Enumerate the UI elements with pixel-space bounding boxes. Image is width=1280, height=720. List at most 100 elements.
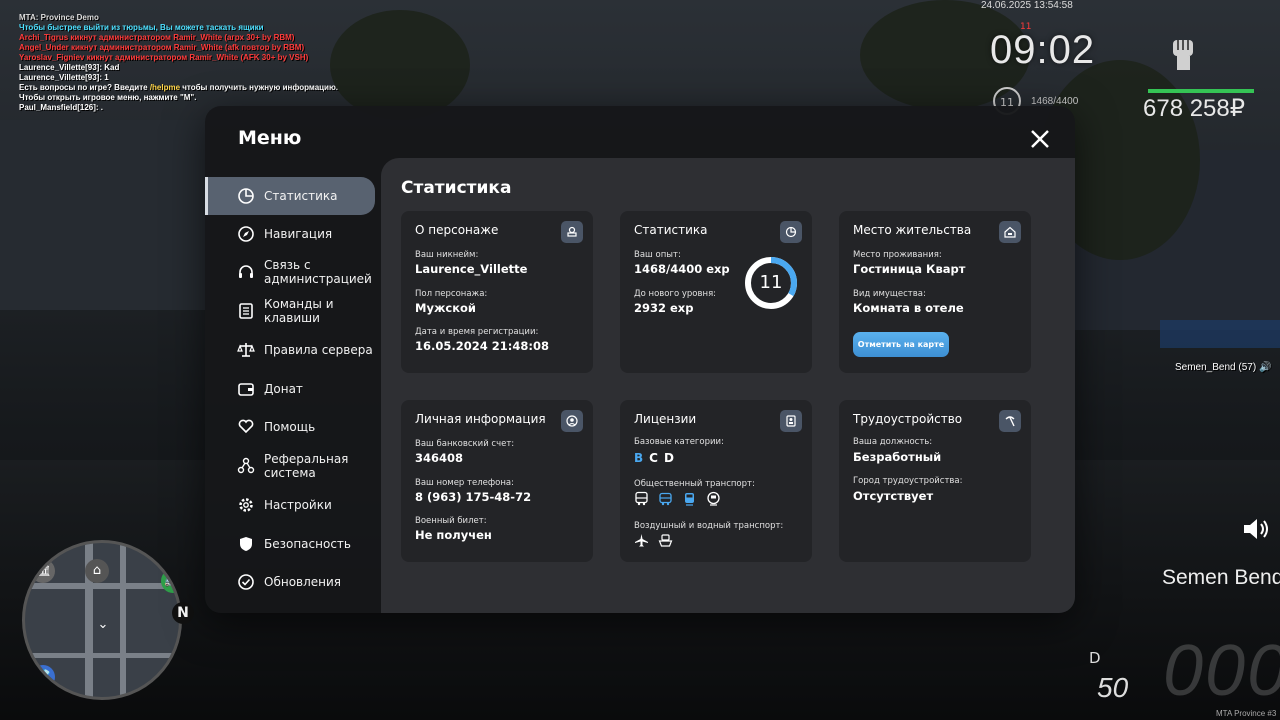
- menu-title: Меню: [238, 127, 302, 149]
- house-icon: [999, 221, 1021, 243]
- registration-value: 16.05.2024 21:48:08: [415, 339, 549, 353]
- sidebar-item-donate[interactable]: Донат: [205, 370, 375, 408]
- server-watermark: MTA Province #3: [1216, 709, 1277, 718]
- sidebar-item-statistics[interactable]: Статистика: [205, 177, 375, 215]
- position-value: Безработный: [853, 450, 942, 464]
- next-level-value: 2932 exp: [634, 301, 694, 315]
- gear-icon: [239, 498, 253, 512]
- residence-place-value: Гостиница Кварт: [853, 262, 966, 276]
- category-d: D: [663, 451, 676, 465]
- license-categories: BCD: [634, 451, 680, 465]
- nickname-label: Ваш никнейм:: [415, 250, 479, 260]
- sidebar-item-contact-admin[interactable]: Связь с администрацией: [205, 253, 375, 291]
- air-water-transport-icons: [634, 533, 673, 548]
- registration-label: Дата и время регистрации:: [415, 327, 539, 337]
- level-value: 11: [759, 272, 783, 293]
- residence-place-label: Место проживания:: [853, 250, 942, 260]
- licenses-card: Лицензии Базовые категории: BCD Обществе…: [620, 400, 812, 562]
- category-b: B: [634, 451, 646, 465]
- property-type-value: Комната в отеле: [853, 301, 964, 315]
- chat-line: Laurence_Villette[93]: 1: [19, 73, 109, 82]
- ship-icon: [658, 534, 673, 547]
- sidebar-item-referral[interactable]: Реферальная система: [205, 447, 375, 485]
- phone-label: Ваш номер телефона:: [415, 478, 514, 488]
- fuel-level: 50: [1097, 672, 1129, 703]
- shield-icon: [240, 537, 252, 551]
- money-bar: [1148, 89, 1254, 93]
- stamp-icon: [561, 221, 583, 243]
- card-title: Статистика: [634, 223, 708, 237]
- scales-icon: [237, 343, 255, 357]
- sidebar-item-label: Реферальная система: [264, 452, 349, 480]
- bank-icon: 🏛: [31, 559, 55, 583]
- id-card-icon: [780, 410, 802, 432]
- sidebar-item-updates[interactable]: Обновления: [205, 563, 375, 601]
- sidebar-item-label: Настройки: [264, 498, 332, 512]
- document-icon: [239, 303, 253, 319]
- mark-on-map-button[interactable]: Отметить на карте: [853, 332, 949, 357]
- close-icon[interactable]: [1028, 127, 1052, 151]
- work-city-label: Город трудоустройства:: [853, 476, 963, 486]
- card-title: Место жительства: [853, 223, 972, 237]
- exp-label: Ваш опыт:: [634, 250, 681, 260]
- pie-chart-icon: [238, 188, 254, 204]
- chat-text: чтобы получить нужную информацию.: [180, 83, 339, 92]
- exp-value: 1468/4400 exp: [634, 262, 730, 276]
- air-water-transport-label: Воздушный и водный транспорт:: [634, 521, 784, 531]
- headset-icon: [239, 265, 253, 278]
- card-title: Лицензии: [634, 412, 697, 426]
- metro-icon: [707, 491, 720, 506]
- check-circle-icon: [238, 574, 254, 590]
- sidebar-item-label: Навигация: [264, 227, 333, 241]
- sidebar-item-label: Правила сервера: [264, 343, 373, 357]
- minimap[interactable]: 🏛 ⌂ 🚌 ⌄ 👕: [22, 540, 182, 700]
- public-transport-label: Общественный транспорт:: [634, 479, 755, 489]
- gender-label: Пол персонажа:: [415, 289, 488, 299]
- next-level-label: До нового уровня:: [634, 289, 717, 299]
- sidebar-item-settings[interactable]: Настройки: [205, 486, 375, 524]
- chat-line: Чтобы быстрее выйти из тюрьмы, Вы можете…: [19, 23, 264, 32]
- pie-chart-icon: [780, 221, 802, 243]
- chat-line: Laurence_Villette[93]: Kad: [19, 63, 120, 72]
- sidebar-item-label: Связь с администрацией: [264, 258, 372, 286]
- sidebar-item-security[interactable]: Безопасность: [205, 525, 375, 563]
- chat-command-highlight: /helpme: [149, 83, 181, 92]
- sidebar-item-commands[interactable]: Команды и клавиши: [205, 292, 375, 330]
- statistics-content: Статистика О персонаже Ваш никнейм: Laur…: [381, 158, 1075, 613]
- chat-line: Есть вопросы по игре? Введите /helpme чт…: [19, 83, 338, 93]
- chat-log: MTA: Province Demo Чтобы быстрее выйти и…: [19, 13, 338, 113]
- bank-account-value: 346408: [415, 451, 464, 465]
- property-type-label: Вид имущества:: [853, 289, 926, 299]
- voice-player-name: Semen_Bend (57): [1175, 362, 1257, 373]
- chat-line: Angel_Under кикнут администратором Ramir…: [19, 43, 305, 52]
- sidebar-item-help[interactable]: Помощь: [205, 408, 375, 446]
- military-id-label: Военный билет:: [415, 516, 487, 526]
- game-menu: Меню Статистика Навигация Связь с админи…: [205, 106, 1075, 613]
- sidebar-item-navigation[interactable]: Навигация: [205, 215, 375, 253]
- content-title: Статистика: [401, 178, 512, 198]
- wallet-icon: [238, 383, 254, 396]
- sidebar-item-label: Обновления: [264, 575, 342, 589]
- sidebar-item-label: Донат: [264, 382, 303, 396]
- sidebar-item-label: Помощь: [264, 420, 316, 434]
- card-title: О персонаже: [415, 223, 499, 237]
- speaker-small-icon: 🔊: [1258, 362, 1272, 373]
- card-title: Личная информация: [415, 412, 546, 426]
- gender-value: Мужской: [415, 301, 476, 315]
- basic-categories-label: Базовые категории:: [634, 437, 724, 447]
- shirt-icon: 👕: [31, 665, 55, 689]
- player-marker-icon: ⌄: [97, 617, 109, 632]
- heart-hands-icon: [238, 419, 254, 434]
- stats-card: Статистика Ваш опыт: 1468/4400 exp До но…: [620, 211, 812, 373]
- user-circle-icon: [561, 410, 583, 432]
- work-city-value: Отсутствует: [853, 489, 934, 503]
- player-name-large: Semen Bend: [1162, 566, 1280, 589]
- compass-icon: [238, 226, 254, 242]
- voice-player-tag: Semen_Bend (57) 🔊: [1175, 362, 1271, 373]
- hud-clock: 09:02: [990, 28, 1096, 72]
- chat-text: Есть вопросы по игре? Введите: [19, 83, 150, 92]
- sidebar-item-rules[interactable]: Правила сервера: [205, 331, 375, 369]
- chat-line: MTA: Province Demo: [19, 13, 99, 22]
- tram-icon: [685, 493, 694, 506]
- hud-datetime: 24.06.2025 13:54:58: [981, 0, 1073, 11]
